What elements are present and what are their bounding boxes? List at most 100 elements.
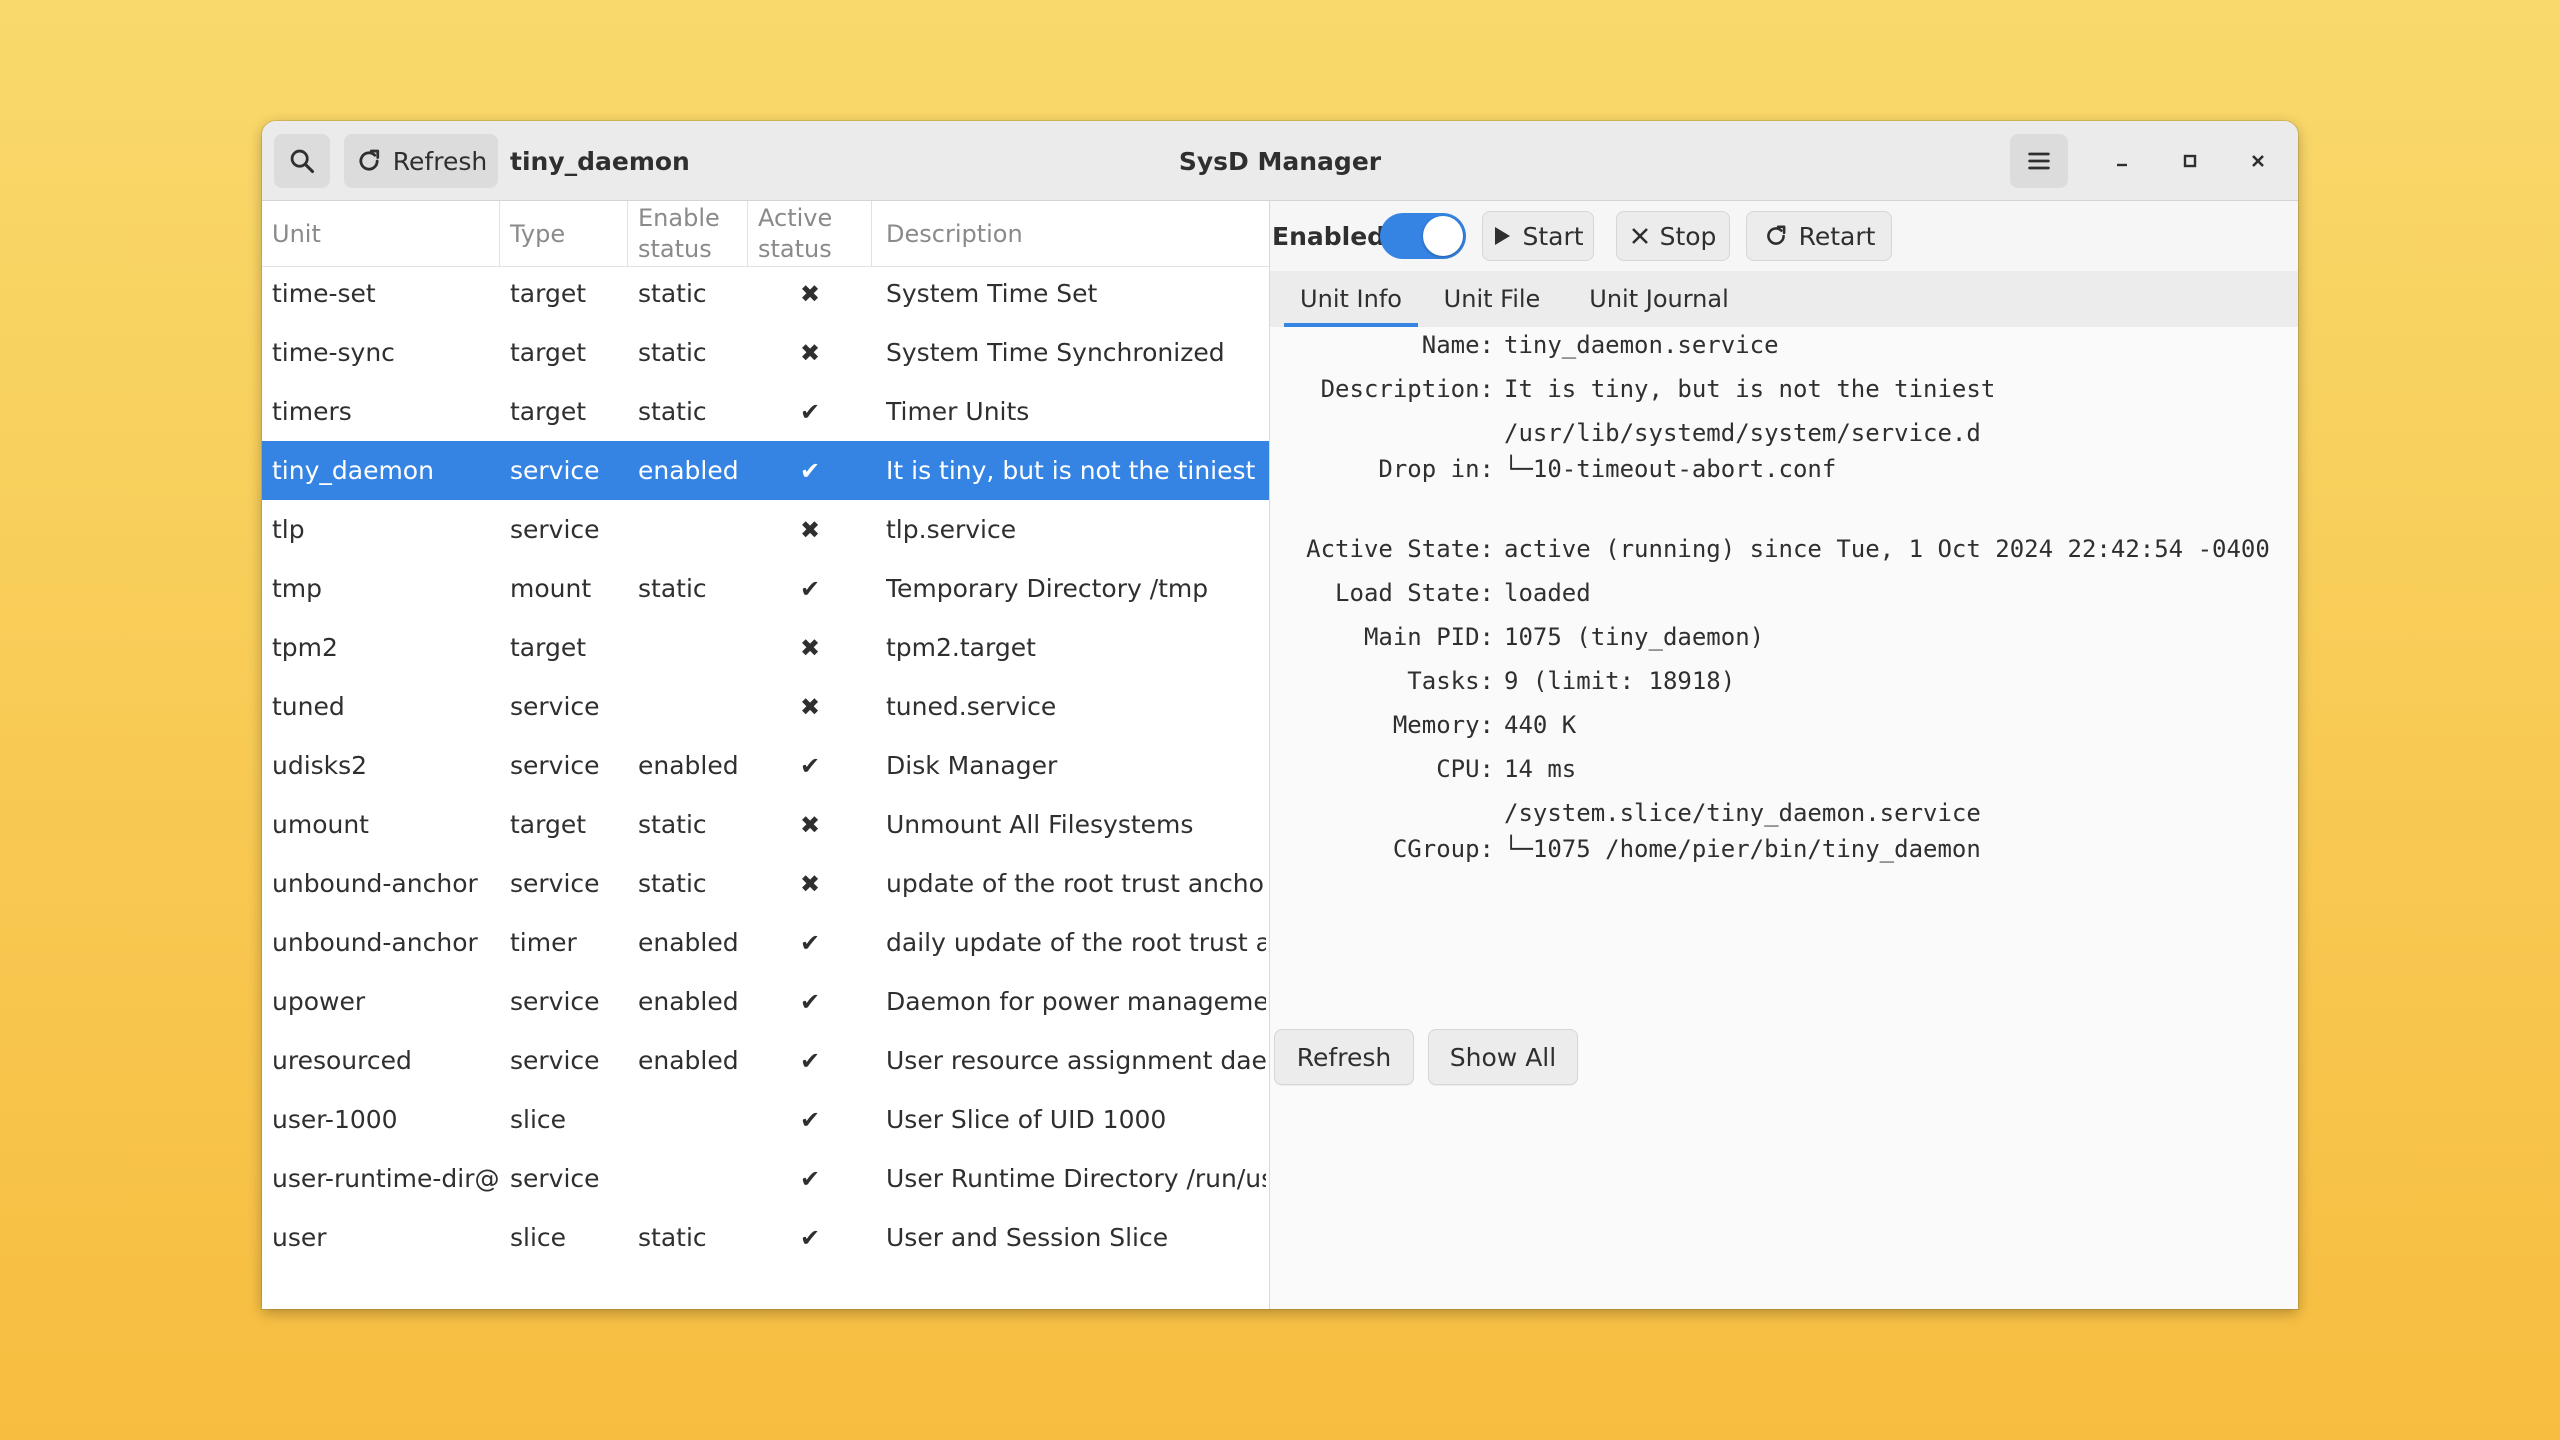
- table-row[interactable]: timers target static ✔ Timer Units: [262, 382, 1269, 441]
- row-unit-cell: user-runtime-dir@1000: [272, 1164, 498, 1193]
- search-button[interactable]: [274, 134, 330, 188]
- unit-list[interactable]: thermaldserviceenabled✔Thermal Daemon Se…: [262, 201, 1270, 1309]
- dropin-label: Drop in:: [1378, 455, 1494, 483]
- column-header-type[interactable]: Type: [500, 201, 628, 267]
- table-row[interactable]: user-runtime-dir@1000 service ✔ User Runtim…: [262, 1149, 1269, 1208]
- start-button[interactable]: Start: [1482, 211, 1594, 261]
- row-type-cell: target: [510, 397, 587, 426]
- memory-value: 440 K: [1504, 711, 1577, 739]
- table-row[interactable]: unbound-anchor service static ✖ update of th…: [262, 854, 1269, 913]
- row-type-cell: service: [510, 456, 600, 485]
- row-active-status-icon: ✖: [799, 633, 821, 662]
- cgroup-process: └─1075 /home/pier/bin/tiny_daemon: [1504, 835, 1981, 863]
- column-header-enable-status[interactable]: Enable status: [628, 201, 748, 267]
- cgroup-slice: /system.slice/tiny_daemon.service: [1504, 799, 1981, 827]
- row-type-cell: service: [510, 751, 600, 780]
- row-unit-cell: tlp: [272, 515, 305, 544]
- header-refresh-button[interactable]: Refresh: [344, 134, 498, 188]
- row-enable-status-cell: [638, 618, 746, 677]
- unit-info-panel: Name: tiny_daemon.service Description: I…: [1270, 327, 2298, 877]
- row-unit-cell: time-sync: [272, 338, 395, 367]
- row-description-cell: User and Session Slice: [886, 1223, 1169, 1252]
- row-unit-cell: umount: [272, 810, 369, 839]
- row-description-cell: Temporary Directory /tmp: [886, 574, 1209, 603]
- row-enable-status-cell: static: [638, 279, 707, 308]
- row-unit-cell: udisks2: [272, 751, 368, 780]
- table-row[interactable]: time-sync target static ✖ System Time Synchr…: [262, 323, 1269, 382]
- row-active-status-icon: ✖: [799, 279, 821, 308]
- minimize-icon: [2117, 163, 2127, 167]
- row-type-cell: service: [510, 1164, 600, 1193]
- table-row[interactable]: uresourced service enabled ✔ User resource a…: [262, 1031, 1269, 1090]
- table-row[interactable]: tuned service ✖ tuned.service: [262, 677, 1269, 736]
- column-header-active-status[interactable]: Active status: [748, 201, 872, 267]
- close-button[interactable]: [2238, 141, 2278, 181]
- stop-label: Stop: [1659, 221, 1717, 251]
- row-enable-status-cell: static: [638, 338, 707, 367]
- tab-unit-info[interactable]: Unit Info: [1284, 271, 1418, 327]
- dropin-path: /usr/lib/systemd/system/service.d: [1504, 419, 1981, 447]
- row-unit-cell: unbound-anchor: [272, 928, 478, 957]
- column-header-description[interactable]: Description: [872, 201, 1269, 267]
- tab-unit-journal[interactable]: Unit Journal: [1574, 271, 1744, 327]
- row-type-cell: timer: [510, 928, 577, 957]
- row-enable-status-cell: static: [638, 1223, 707, 1252]
- table-row[interactable]: udisks2 service enabled ✔ Disk Manager: [262, 736, 1269, 795]
- minimize-button[interactable]: [2102, 141, 2142, 181]
- enabled-toggle[interactable]: [1380, 213, 1466, 259]
- active-state-value: active (running) since Tue, 1 Oct 2024 2…: [1504, 535, 2270, 563]
- row-unit-cell: tiny_daemon: [272, 456, 434, 485]
- table-row[interactable]: time-set target static ✖ System Time Set: [262, 264, 1269, 323]
- row-unit-cell: user-1000: [272, 1105, 398, 1134]
- row-type-cell: slice: [510, 1105, 567, 1134]
- main-pid-label: Main PID:: [1363, 623, 1494, 651]
- info-refresh-button[interactable]: Refresh: [1274, 1029, 1414, 1085]
- column-header-unit[interactable]: Unit: [262, 201, 500, 267]
- show-all-button[interactable]: Show All: [1428, 1029, 1578, 1085]
- table-row[interactable]: upower service enabled ✔ Daemon for power ma…: [262, 972, 1269, 1031]
- hamburger-menu-icon: [2028, 152, 2050, 170]
- table-row[interactable]: tmp mount static ✔ Temporary Directory /tmp: [262, 559, 1269, 618]
- row-type-cell: service: [510, 515, 600, 544]
- row-active-status-icon: ✔: [799, 397, 821, 426]
- row-active-status-icon: ✖: [799, 810, 821, 839]
- table-row[interactable]: user slice static ✔ User and Session Slice: [262, 1208, 1269, 1267]
- table-row-selected[interactable]: tiny_daemon service enabled ✔ It is tiny, bu…: [262, 441, 1269, 500]
- refresh-icon: [359, 149, 379, 171]
- main-menu-button[interactable]: [2010, 134, 2068, 188]
- row-type-cell: slice: [510, 1223, 567, 1252]
- header-refresh-label: Refresh: [392, 146, 488, 176]
- stop-x-icon: [1631, 228, 1648, 244]
- enabled-label: Enabled:: [1272, 221, 1396, 251]
- tab-unit-file[interactable]: Unit File: [1432, 271, 1552, 327]
- table-row[interactable]: unbound-anchor timer enabled ✔ daily update …: [262, 913, 1269, 972]
- row-enable-status-cell: static: [638, 869, 707, 898]
- table-row[interactable]: user-1000 slice ✔ User Slice of UID 1000: [262, 1090, 1269, 1149]
- active-state-label: Active State:: [1306, 535, 1494, 563]
- row-active-status-icon: ✔: [799, 1164, 821, 1193]
- table-row[interactable]: tpm2 target ✖ tpm2.target: [262, 618, 1269, 677]
- row-active-status-icon: ✖: [799, 692, 821, 721]
- row-description-cell: Daemon for power management: [886, 987, 1266, 1016]
- row-enable-status-cell: enabled: [638, 456, 739, 485]
- row-enable-status-cell: [638, 1090, 746, 1149]
- table-row[interactable]: tlp service ✖ tlp.service: [262, 500, 1269, 559]
- row-description-cell: update of the root trust anchor for: [886, 869, 1266, 898]
- row-active-status-icon: ✖: [799, 869, 821, 898]
- restart-button[interactable]: Retart: [1746, 211, 1892, 261]
- row-description-cell: tlp.service: [886, 515, 1017, 544]
- column-header-enable-status-label: Enable status: [638, 204, 720, 263]
- row-description-cell: Disk Manager: [886, 751, 1058, 780]
- memory-label: Memory:: [1392, 711, 1494, 739]
- table-row[interactable]: umount target static ✖ Unmount All Filesyste…: [262, 795, 1269, 854]
- stop-button[interactable]: Stop: [1616, 211, 1730, 261]
- row-type-cell: service: [510, 987, 600, 1016]
- row-active-status-icon: ✖: [799, 338, 821, 367]
- unit-toolbar: Enabled: Start Stop Retart: [1270, 201, 2298, 271]
- row-type-cell: target: [510, 633, 587, 662]
- row-enable-status-cell: [638, 1149, 746, 1208]
- row-enable-status-cell: static: [638, 574, 707, 603]
- maximize-button[interactable]: [2170, 141, 2210, 181]
- play-icon: [1495, 227, 1511, 245]
- main-pid-value: 1075 (tiny_daemon): [1504, 623, 1765, 651]
